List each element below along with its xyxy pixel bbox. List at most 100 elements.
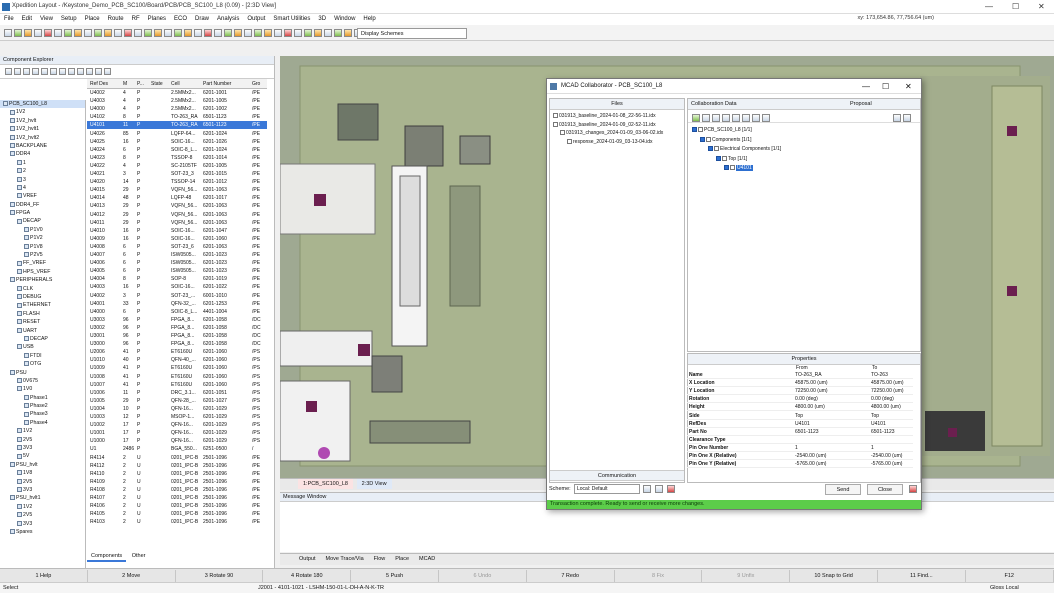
toolbar-button-icon[interactable] <box>324 29 332 37</box>
table-row[interactable]: U1002 17 P QFN-16... 6201-1029/PS <box>87 421 267 429</box>
filter-icon[interactable] <box>892 114 901 122</box>
expand-icon[interactable] <box>752 114 760 122</box>
property-row[interactable]: RefDes U4101 U4101 <box>687 420 913 428</box>
tree-node[interactable]: DECAP <box>0 335 85 343</box>
menu-item-route[interactable]: Route <box>104 14 128 24</box>
table-row[interactable]: U4001 33 P QFN-32_... 6201-1253/PE <box>87 300 267 308</box>
table-row[interactable]: R4114 2 U 0201_IPC-B 2501-1096/PE <box>87 454 267 462</box>
toolbar-button-icon[interactable] <box>14 29 22 37</box>
table-row[interactable]: U3002 96 P FPGA_8... 6201-1058/DC <box>87 324 267 332</box>
toolbar-button-icon[interactable] <box>254 29 262 37</box>
tab-flow[interactable]: Flow <box>369 554 391 564</box>
table-row[interactable]: U4003 4 P 2.5MMx2... 6201-1005/PE <box>87 97 267 105</box>
reject-icon[interactable] <box>702 114 710 122</box>
table-row[interactable]: U4005 6 P ISW0505... 6201-1023/PE <box>87 267 267 275</box>
table-row[interactable]: U1003 12 P MSOP-1... 6201-1029/PS <box>87 413 267 421</box>
explorer-tool-icon[interactable] <box>59 68 66 75</box>
tree-node[interactable]: 1V2_hvlt2 <box>0 134 85 142</box>
tree-node[interactable]: DECAP <box>0 217 85 225</box>
toolbar-button-icon[interactable] <box>174 29 182 37</box>
menu-item-place[interactable]: Place <box>81 14 104 24</box>
toolbar-button-icon[interactable] <box>244 29 252 37</box>
dialog-minimize-button[interactable]: — <box>862 82 870 91</box>
tree-node[interactable]: P2V5 <box>0 251 85 259</box>
explorer-tool-icon[interactable] <box>14 68 21 75</box>
toolbar-button-icon[interactable] <box>84 29 92 37</box>
menu-item-eco[interactable]: ECO <box>170 14 191 24</box>
table-row[interactable]: U1007 41 P ET6160U 6201-1060/PS <box>87 381 267 389</box>
tree-node[interactable]: 1V2 <box>0 503 85 511</box>
function-key[interactable]: 6 Undo <box>439 570 527 582</box>
table-row[interactable]: U4008 6 P SOT-23_6 6201-1063/PE <box>87 243 267 251</box>
column-header[interactable]: M <box>123 79 135 89</box>
table-row[interactable]: R4109 2 U 0201_IPC-B 2501-1096/PE <box>87 478 267 486</box>
toolbar-button-icon[interactable] <box>264 29 272 37</box>
function-key[interactable]: 1 Help <box>0 570 88 582</box>
tree-node[interactable]: USB <box>0 343 85 351</box>
settings-icon[interactable] <box>742 114 750 122</box>
tree-node[interactable]: PSU <box>0 369 85 377</box>
table-row[interactable]: U4013 29 P VQFN_56... 6201-1063/PE <box>87 202 267 210</box>
tree-node[interactable]: Spares <box>0 528 85 536</box>
help-icon[interactable] <box>909 485 917 493</box>
table-row[interactable]: U4002 3 P SOT-23_... 6001-1010/PE <box>87 292 267 300</box>
explorer-tool-icon[interactable] <box>104 68 111 75</box>
tree-node[interactable]: 4 <box>0 184 85 192</box>
dialog-close-button[interactable]: ✕ <box>905 82 912 91</box>
collapse-icon[interactable] <box>762 114 770 122</box>
tree-node[interactable]: P1V2 <box>0 234 85 242</box>
scheme-browse-icon[interactable] <box>643 485 651 493</box>
table-row[interactable]: U4023 8 P TSSOP-8 6201-1014/PE <box>87 154 267 162</box>
tree-node[interactable]: 2 <box>0 167 85 175</box>
scheme-select[interactable]: Local: Default <box>574 484 640 494</box>
tree-node[interactable]: FF_VREF <box>0 259 85 267</box>
checkbox-icon[interactable] <box>724 165 729 171</box>
explorer-tool-icon[interactable] <box>23 68 30 75</box>
table-row[interactable]: R4103 2 U 0201_IPC-B 2501-1096/PE <box>87 518 267 526</box>
tree-node[interactable]: 1V2_hvlt <box>0 117 85 125</box>
table-row[interactable]: U1008 41 P ET6160U 6201-1060/PS <box>87 373 267 381</box>
function-key[interactable]: 8 Fix <box>615 570 703 582</box>
column-header[interactable]: Ref Des <box>90 79 120 89</box>
toolbar-button-icon[interactable] <box>164 29 172 37</box>
tree-node[interactable]: PSU_hvlt <box>0 461 85 469</box>
file-item[interactable]: 031913_baseline_2024-01-08_22-56-11.idx <box>553 113 656 119</box>
tree-node[interactable]: 3 <box>0 176 85 184</box>
table-row[interactable]: U4010 16 P SOIC-16... 6201-1047/PE <box>87 227 267 235</box>
explorer-tool-icon[interactable] <box>32 68 39 75</box>
refresh-icon[interactable] <box>712 114 720 122</box>
tab-mcad[interactable]: MCAD <box>414 554 440 564</box>
table-row[interactable]: U4015 29 P VQFN_56... 6201-1063/PE <box>87 186 267 194</box>
menu-item-smart-utilities[interactable]: Smart Utilities <box>269 14 314 24</box>
function-key[interactable]: 2 Move <box>88 570 176 582</box>
checkbox-icon[interactable] <box>700 136 705 142</box>
property-row[interactable]: Name TO-263_RA TO-263 <box>687 371 913 380</box>
tab-components[interactable]: Components <box>87 552 127 562</box>
file-item[interactable]: response_2024-01-09_03-13-04.idx <box>567 139 653 145</box>
tree-node[interactable]: RESET <box>0 318 85 326</box>
scheme-save-icon[interactable] <box>655 485 663 493</box>
tree-node[interactable]: 3V3 <box>0 520 85 528</box>
toolbar-button-icon[interactable] <box>224 29 232 37</box>
table-row[interactable]: R4107 2 U 0201_IPC-B 2501-1096/PE <box>87 494 267 502</box>
bulb-icon[interactable] <box>732 114 740 122</box>
tree-node[interactable]: UART <box>0 327 85 335</box>
tree-node[interactable]: 1V2_hvlt1 <box>0 125 85 133</box>
tree-node[interactable]: PSU_hvlt1 <box>0 494 85 502</box>
toolbar-button-icon[interactable] <box>214 29 222 37</box>
toolbar-button-icon[interactable] <box>34 29 42 37</box>
tree-node[interactable]: ETHERNET <box>0 301 85 309</box>
tree-node[interactable]: 1V8 <box>0 469 85 477</box>
tab-3d-view[interactable]: 2:3D View <box>356 479 392 489</box>
table-row[interactable]: U4000 4 P 2.5MMx2... 6201-1002/PE <box>87 105 267 113</box>
property-row[interactable]: Part No 6501-1123 6501-1123 <box>687 428 913 436</box>
tree-node[interactable]: 1 <box>0 159 85 167</box>
collab-tree-node[interactable]: Electrical Components [1/1] <box>708 146 781 152</box>
tree-node[interactable]: 1V2 <box>0 108 85 116</box>
tree-node[interactable]: BACKPLANE <box>0 142 85 150</box>
explorer-tool-icon[interactable] <box>86 68 93 75</box>
toolbar-button-icon[interactable] <box>134 29 142 37</box>
tree-node[interactable]: Phase1 <box>0 394 85 402</box>
column-header[interactable]: State <box>151 79 169 89</box>
tree-node[interactable]: FPGA <box>0 209 85 217</box>
